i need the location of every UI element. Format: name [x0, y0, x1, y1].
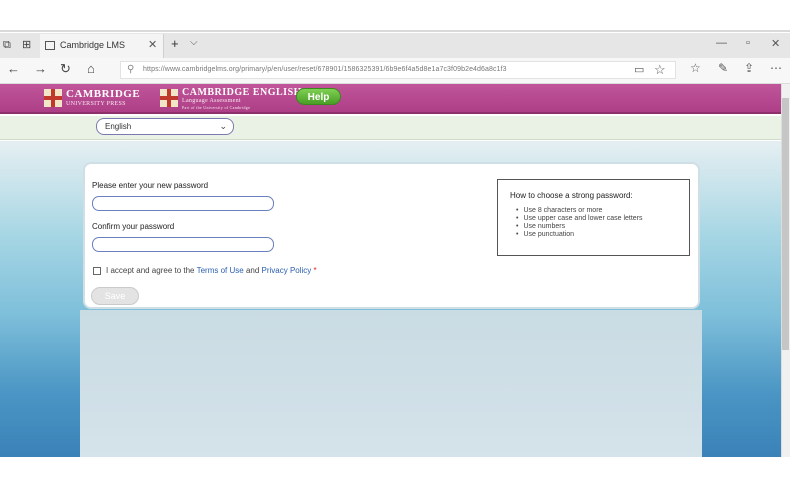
favorite-star-icon[interactable]: ☆ — [654, 62, 666, 78]
help-button[interactable]: Help — [296, 88, 341, 105]
ce-logo-subtext-2: Part of the University of Cambridge — [182, 105, 251, 110]
maximize-icon[interactable]: ▫ — [746, 37, 750, 49]
new-password-input[interactable] — [92, 196, 274, 211]
ce-logo-text: CAMBRIDGE ENGLISH — [182, 87, 302, 98]
share-icon[interactable]: ⇪ — [744, 61, 754, 75]
cambridge-english-crest-icon — [160, 89, 178, 107]
scrollbar-thumb[interactable] — [782, 98, 789, 350]
terms-checkbox[interactable] — [93, 267, 101, 275]
close-icon[interactable]: ✕ — [148, 38, 157, 51]
ce-logo-subtext: Language Assessment — [182, 98, 241, 104]
browser-window: ⧉ ⊞ Cambridge LMS ✕ + ⌵ — ▫ ✕ ← → ↻ ⌂ ⚲ … — [0, 0, 790, 489]
close-window-icon[interactable]: ✕ — [771, 37, 780, 50]
forward-arrow-icon[interactable]: → — [34, 61, 47, 77]
page-icon — [45, 41, 55, 50]
chevron-down-icon: ⌄ — [219, 121, 227, 131]
terms-of-use-link[interactable]: Terms of Use — [197, 266, 244, 275]
minimize-icon[interactable]: — — [716, 37, 727, 49]
terms-and: and — [243, 266, 262, 275]
top-margin — [0, 0, 790, 33]
tab-cambridge-lms[interactable]: Cambridge LMS ✕ — [40, 34, 164, 58]
list-item: Use 8 characters or more — [516, 207, 643, 215]
language-select[interactable]: English ⌄ — [96, 118, 234, 135]
divider — [0, 30, 790, 32]
terms-label: I accept and agree to the Terms of Use a… — [106, 266, 317, 275]
language-value: English — [105, 122, 132, 131]
pen-icon[interactable]: ✎ — [718, 61, 728, 75]
password-tips-box: How to choose a strong password: Use 8 c… — [497, 179, 690, 256]
new-tab-icon[interactable]: + — [171, 36, 179, 51]
new-password-label: Please enter your new password — [92, 181, 209, 190]
lock-icon: ⚲ — [127, 64, 135, 75]
home-icon[interactable]: ⌂ — [87, 61, 95, 77]
terms-prefix: I accept and agree to the — [106, 266, 197, 275]
bottom-margin — [0, 457, 790, 489]
privacy-policy-link[interactable]: Privacy Policy — [262, 266, 312, 275]
confirm-password-input[interactable] — [92, 237, 274, 252]
cambridge-crest-icon — [44, 89, 62, 107]
cup-logo-text: CAMBRIDGE — [66, 88, 141, 100]
more-icon[interactable]: ⋯ — [770, 61, 782, 75]
content-panel — [80, 310, 702, 457]
required-marker: * — [311, 266, 317, 275]
tips-list: Use 8 characters or more Use upper case … — [516, 207, 643, 239]
reading-view-icon[interactable]: ▭ — [634, 63, 644, 76]
save-button[interactable]: Save — [91, 287, 139, 305]
refresh-icon[interactable]: ↻ — [60, 61, 71, 77]
cup-logo-subtext: UNIVERSITY PRESS — [66, 101, 126, 107]
tab-title: Cambridge LMS — [60, 40, 126, 50]
list-item: Use upper case and lower case letters — [516, 215, 642, 223]
favorites-icon[interactable]: ☆ — [690, 61, 701, 75]
list-item: Use punctuation — [516, 231, 643, 239]
tips-title: How to choose a strong password: — [510, 191, 633, 200]
list-item: Use numbers — [516, 223, 643, 231]
confirm-password-label: Confirm your password — [92, 222, 175, 231]
chevron-down-icon[interactable]: ⌵ — [190, 37, 198, 48]
url-text[interactable]: https://www.cambridgelms.org/primary/p/e… — [143, 66, 507, 73]
back-arrow-icon[interactable]: ← — [7, 61, 20, 77]
address-bar[interactable]: ⚲ https://www.cambridgelms.org/primary/p… — [120, 61, 676, 79]
tab-preview-icon[interactable]: ⊞ — [22, 38, 31, 52]
tab-actions-icon[interactable]: ⧉ — [3, 38, 11, 52]
